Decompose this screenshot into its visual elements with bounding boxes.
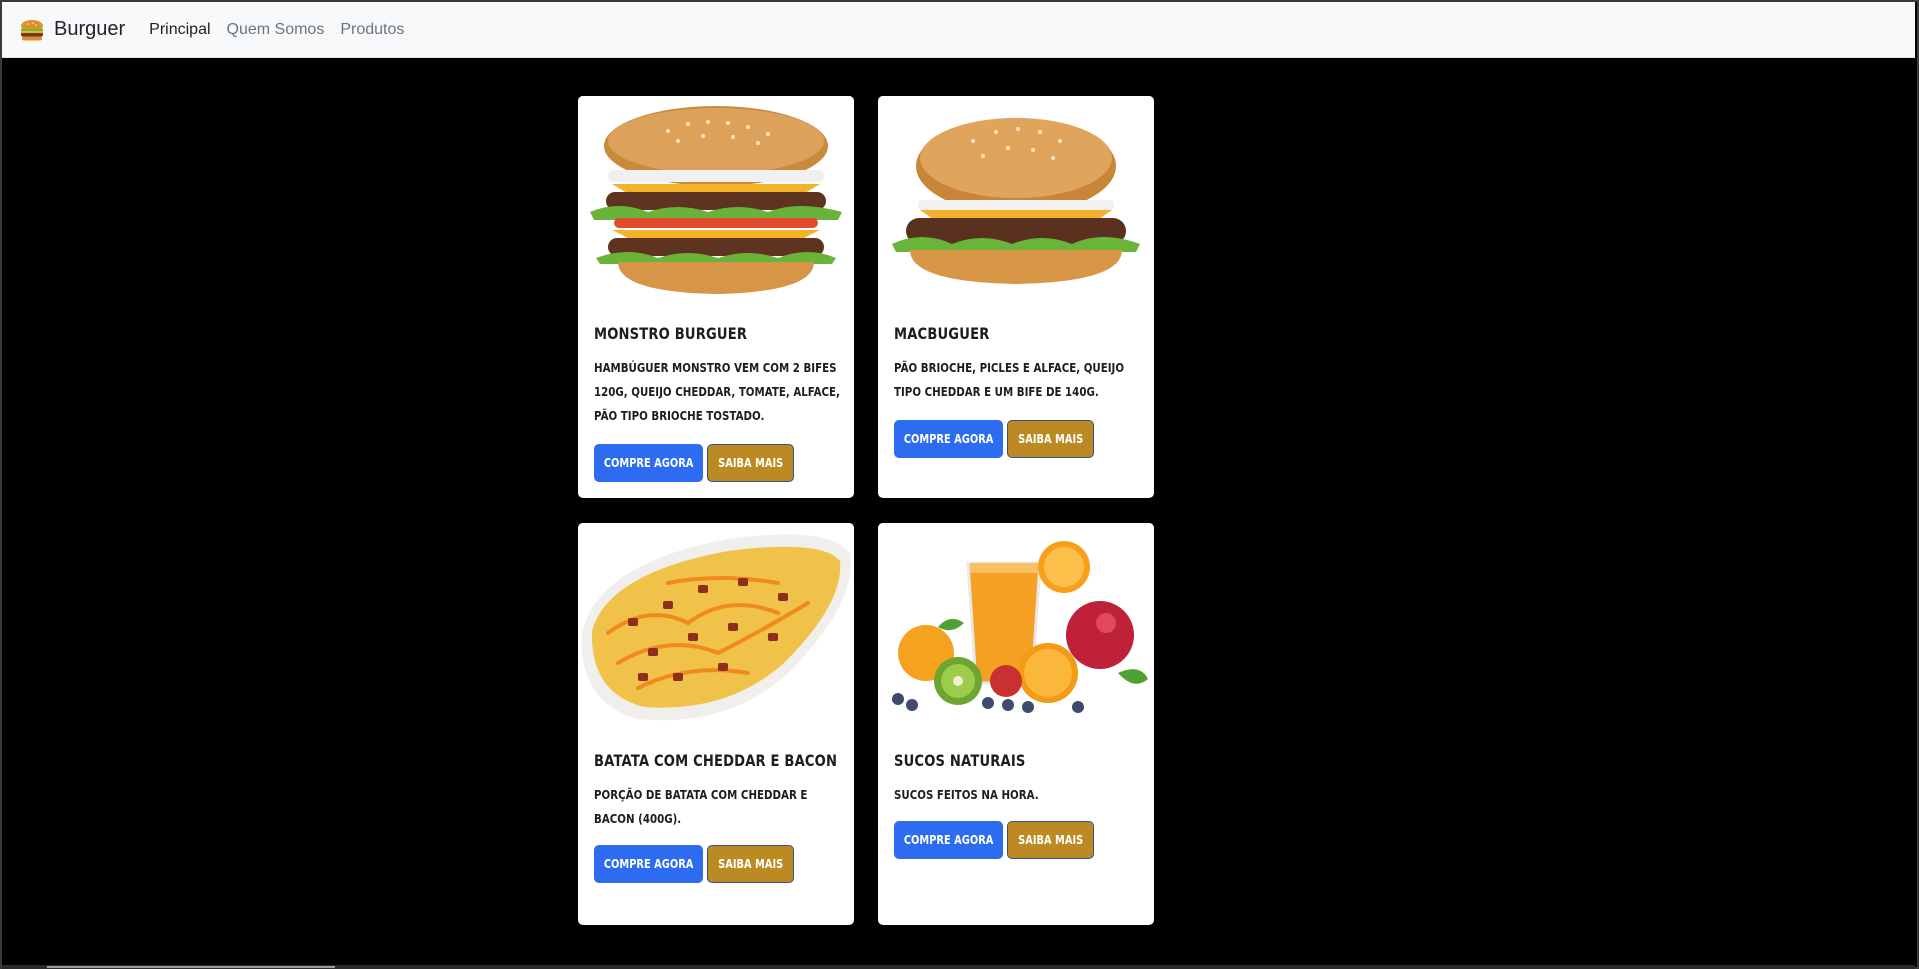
scrollbar-thumb[interactable] (47, 966, 335, 968)
fries-cheddar-bacon-image (578, 523, 854, 728)
buy-now-label: Compre Agora (603, 857, 694, 871)
product-title: MacBuguer (894, 324, 990, 343)
learn-more-button[interactable]: Saiba Mais (707, 444, 794, 482)
learn-more-label: Saiba Mais (1017, 833, 1084, 847)
product-title: Monstro Burguer (594, 324, 748, 343)
learn-more-label: Saiba Mais (1017, 432, 1084, 446)
top-navbar: Burguer Principal Quem Somos Produtos (2, 2, 1915, 58)
product-card-monstro-burguer: Monstro Burguer Hambúguer monstro vem co… (578, 96, 854, 498)
buy-now-label: Compre Agora (903, 833, 994, 847)
brand-link[interactable]: Burguer (18, 16, 125, 44)
buy-now-button[interactable]: Compre Agora (594, 444, 703, 482)
learn-more-button[interactable]: Saiba Mais (1007, 821, 1094, 859)
cheeseburger-image (878, 96, 1154, 301)
learn-more-button[interactable]: Saiba Mais (1007, 420, 1094, 458)
buy-now-button[interactable]: Compre Agora (894, 420, 1003, 458)
buy-now-label: Compre Agora (603, 456, 694, 470)
buy-now-button[interactable]: Compre Agora (594, 845, 703, 883)
orange-juice-fruits-image (878, 523, 1154, 728)
product-description: Porção de batata com cheddar e bacon (40… (594, 787, 808, 826)
product-card-macbuguer: MacBuguer Pão brioche, picles e alface, … (878, 96, 1154, 498)
product-title: Sucos Naturais (894, 751, 1026, 770)
product-card-batata-cheddar-bacon: Batata com Cheddar e Bacon Porção de bat… (578, 523, 854, 925)
product-title: Batata com Cheddar e Bacon (594, 751, 838, 770)
nav-link-principal[interactable]: Principal (149, 21, 210, 39)
nav-link-produtos[interactable]: Produtos (340, 21, 404, 39)
buy-now-label: Compre Agora (903, 432, 994, 446)
product-description: Pão brioche, picles e alface, queijo tip… (894, 360, 1125, 399)
nav-link-quem-somos[interactable]: Quem Somos (227, 21, 325, 39)
double-burger-image (578, 96, 854, 301)
learn-more-label: Saiba Mais (717, 456, 784, 470)
product-description: Hambúguer monstro vem com 2 bifes 120g, … (594, 360, 840, 423)
buy-now-button[interactable]: Compre Agora (894, 821, 1003, 859)
product-description: Sucos feitos na hora. (894, 787, 1039, 802)
learn-more-button[interactable]: Saiba Mais (707, 845, 794, 883)
product-card-sucos-naturais: Sucos Naturais Sucos feitos na hora. Com… (878, 523, 1154, 925)
burger-logo-icon (21, 19, 43, 40)
learn-more-label: Saiba Mais (717, 857, 784, 871)
brand-name: Burguer (54, 18, 126, 40)
